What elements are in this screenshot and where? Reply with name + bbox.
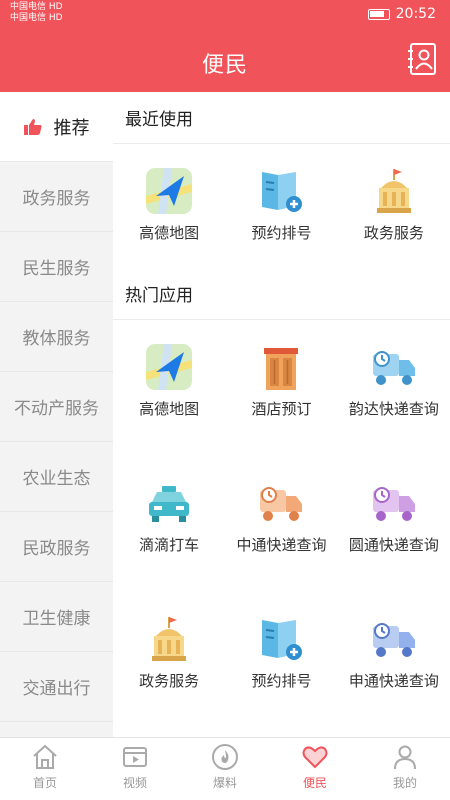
sidebar-item-agriculture[interactable]: 农业生态: [0, 442, 113, 512]
app-grid-panel: 最近使用 高德地图 预约排号 政务服务 热门应用 高德地图 酒店预订 韵达快递查…: [113, 92, 450, 737]
app-tile-label: 高德地图: [139, 400, 200, 418]
app-tile[interactable]: 政务服务: [113, 592, 225, 728]
sidebar-item-label: 农业生态: [22, 469, 91, 489]
sidebar-item-label: 教体服务: [22, 329, 91, 349]
fire-icon: [212, 744, 238, 770]
sidebar-item-label: 推荐: [53, 117, 90, 139]
app-tile[interactable]: 酒店预订: [225, 320, 337, 456]
sidebar-item-health[interactable]: 卫生健康: [0, 582, 113, 652]
home-icon: [33, 744, 57, 769]
carrier-info: 中国电信 HD 中国电信 HD: [10, 2, 63, 24]
app-tile[interactable]: 滴滴打车: [113, 456, 225, 592]
yunda-express-icon: [372, 351, 415, 385]
app-tile-label: 中通快递查询: [236, 536, 327, 554]
battery-icon: [367, 8, 390, 20]
sidebar-item-label: 政务服务: [22, 189, 91, 209]
tab-label: 便民: [302, 776, 327, 790]
tab-label: 爆料: [212, 776, 237, 790]
sidebar-item-label: 不动产服务: [14, 399, 99, 419]
app-tile[interactable]: 高德地图: [113, 320, 225, 456]
booking-number-icon: [262, 172, 303, 212]
tab-home[interactable]: 首页: [0, 738, 90, 800]
app-tile-label: 高德地图: [139, 224, 200, 242]
tab-profile[interactable]: 我的: [360, 738, 450, 800]
app-tile-label: 预约排号: [251, 224, 312, 242]
app-tile-label: 酒店预订: [251, 400, 312, 418]
contacts-icon[interactable]: [408, 42, 438, 76]
tab-label: 视频: [122, 776, 147, 790]
app-tile[interactable]: 政务服务: [338, 144, 450, 268]
app-tile-label: 韵达快递查询: [348, 400, 439, 418]
heart-icon: [302, 746, 328, 769]
carrier-2: 中国电信 HD: [10, 13, 63, 23]
clock: 20:52: [395, 6, 436, 22]
sidebar-item-label: 交通出行: [22, 679, 91, 699]
video-icon: [123, 747, 147, 767]
carrier-1: 中国电信 HD: [10, 2, 63, 12]
hot-section-title: 热门应用: [113, 268, 450, 320]
gaode-map-icon: [146, 344, 193, 390]
app-root: 中国电信 HD 中国电信 HD 20:52 便民 推荐 政务服务 民生服务 教体…: [0, 0, 450, 800]
recent-section-title: 最近使用: [113, 92, 450, 144]
tab-convenience[interactable]: 便民: [270, 738, 360, 800]
hot-apps-grid: 高德地图 酒店预订 韵达快递查询 滴滴打车 中通快递查询 圆通快递查询 政务服务…: [113, 320, 450, 728]
app-tile-label: 政务服务: [363, 224, 424, 242]
sidebar-item-livelihood[interactable]: 民生服务: [0, 232, 113, 302]
sidebar-item-real-estate[interactable]: 不动产服务: [0, 372, 113, 442]
recent-apps-grid: 高德地图 预约排号 政务服务: [113, 144, 450, 268]
app-tile-label: 申通快递查询: [348, 672, 439, 690]
hotel-booking-icon: [264, 348, 299, 390]
tab-video[interactable]: 视频: [90, 738, 180, 800]
gaode-map-icon: [146, 168, 193, 214]
sidebar-item-recommend[interactable]: 推荐: [0, 92, 113, 162]
profile-icon: [394, 745, 416, 770]
app-tile[interactable]: 中通快递查询: [225, 456, 337, 592]
sidebar-item-civil-affairs[interactable]: 民政服务: [0, 512, 113, 582]
app-tile-label: 滴滴打车: [139, 536, 200, 554]
app-tile[interactable]: 预约排号: [225, 592, 337, 728]
sidebar-item-government[interactable]: 政务服务: [0, 162, 113, 232]
page-title: 便民: [201, 53, 248, 78]
app-tile[interactable]: 高德地图: [113, 144, 225, 268]
status-bar: 中国电信 HD 中国电信 HD 20:52: [0, 0, 450, 30]
yto-express-icon: [372, 487, 415, 521]
app-tile-label: 圆通快递查询: [348, 536, 439, 554]
government-service-icon: [376, 169, 411, 213]
government-service-icon: [152, 617, 187, 661]
category-sidebar: 推荐 政务服务 民生服务 教体服务 不动产服务 农业生态 民政服务 卫生健康 交…: [0, 92, 113, 737]
app-tile[interactable]: 申通快递查询: [338, 592, 450, 728]
zto-express-icon: [260, 487, 303, 521]
sidebar-item-label: 卫生健康: [22, 609, 91, 629]
sto-express-icon: [372, 623, 415, 657]
app-tile[interactable]: 预约排号: [225, 144, 337, 268]
tab-tipoff[interactable]: 爆料: [180, 738, 270, 800]
sidebar-item-transport[interactable]: 交通出行: [0, 652, 113, 722]
tab-label: 首页: [32, 776, 57, 790]
sidebar-item-education-sports[interactable]: 教体服务: [0, 302, 113, 372]
app-tile[interactable]: 圆通快递查询: [338, 456, 450, 592]
tab-label: 我的: [392, 776, 417, 790]
app-tile[interactable]: 韵达快递查询: [338, 320, 450, 456]
didi-taxi-icon: [149, 486, 190, 522]
booking-number-icon: [262, 620, 303, 660]
bottom-tab-bar: 首页 视频 爆料 便民 我的: [0, 737, 450, 800]
status-right: 20:52: [367, 6, 436, 22]
app-tile-label: 预约排号: [251, 672, 312, 690]
sidebar-item-label: 民生服务: [22, 259, 91, 279]
header: 便民: [0, 30, 450, 92]
sidebar-item-label: 民政服务: [22, 539, 91, 559]
thumbs-up-icon: [23, 118, 42, 135]
app-tile-label: 政务服务: [139, 672, 200, 690]
